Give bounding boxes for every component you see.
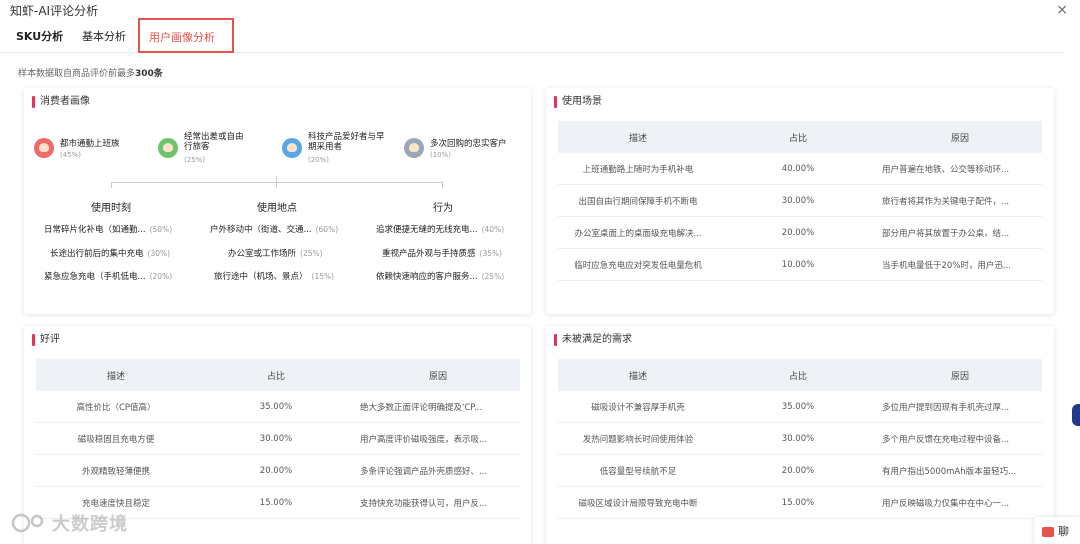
group-title-time: 使用时刻	[91, 203, 131, 214]
group-item: 紧急应急充电（手机低电... (20%)	[44, 272, 173, 282]
table-row: 出国自由行期间保障手机不断电 30.00% 旅行者将其作为关键电子配件，...	[558, 185, 1042, 217]
consumer-persona-card: 消费者画像 都市通勤上班族 (45%) 经常出差或自由行旅客 (25%) 科技产…	[24, 88, 531, 314]
chat-icon	[1042, 527, 1054, 537]
group-item: 重视产品外观与手持质感 (35%)	[382, 249, 503, 259]
ai-review-modal: 知虾-AI评论分析 × SKU分析 基本分析 用户画像分析 样本数据取自商品评价…	[0, 0, 1080, 544]
group-item: 办公室或工作场所 (25%)	[228, 249, 323, 259]
usage-scene-card: 使用场景 描述 占比 原因 上班通勤路上随时为手机补电 40.00% 用户普遍在地铁、公…	[546, 88, 1054, 314]
unmet-table: 描述 占比 原因 磁吸设计不兼容厚手机壳 35.00% 多位用户提到因现有手机壳过厚..…	[558, 359, 1042, 519]
group-title-behavior: 行为	[433, 203, 453, 214]
table-row: 磁吸稳固且充电方便 30.00% 用户高度评价磁吸强度，表示吸...	[36, 423, 520, 455]
table-row: 外观精致轻薄便携 20.00% 多条评论强调产品外壳质感好、...	[36, 455, 520, 487]
close-icon[interactable]: ×	[1056, 2, 1068, 18]
group-item: 长途出行前后的集中充电 (30%)	[50, 249, 171, 259]
table-header: 描述 占比 原因	[558, 359, 1042, 391]
card-title: 消费者画像	[32, 96, 90, 108]
group-item: 追求便捷无缝的无线充电... (40%)	[376, 225, 505, 235]
table-row: 磁吸区域设计局限导致充电中断 15.00% 用户反映磁吸力仅集中在中心一...	[558, 487, 1042, 519]
table-row: 高性价比（CP值高） 35.00% 绝大多数正面评论明确提及'CP...	[36, 391, 520, 423]
avatar-icon	[282, 138, 302, 158]
group-item: 日常碎片化补电（如通勤... (50%)	[44, 225, 173, 235]
tab-bar: SKU分析 基本分析 用户画像分析	[0, 18, 1064, 53]
chat-button[interactable]: 聊	[1034, 517, 1080, 544]
scene-table: 描述 占比 原因 上班通勤路上随时为手机补电 40.00% 用户普遍在地铁、公交等移动环…	[558, 121, 1042, 281]
group-item: 旅行途中（机场、景点） (15%)	[214, 272, 335, 282]
table-row: 临时应急充电应对突发低电量危机 10.00% 当手机电量低于20%时，用户迅...	[558, 249, 1042, 281]
table-header: 描述 占比 原因	[36, 359, 520, 391]
card-title: 未被满足的需求	[554, 334, 632, 346]
table-header: 描述 占比 原因	[558, 121, 1042, 153]
sample-count: 300条	[135, 69, 163, 79]
group-item: 依赖快速响应的客户服务... (25%)	[376, 272, 505, 282]
modal-title: 知虾-AI评论分析	[10, 4, 99, 18]
side-float-handle[interactable]	[1072, 404, 1080, 426]
avatar-icon	[34, 138, 54, 158]
group-title-place: 使用地点	[257, 203, 297, 214]
group-item: 户外移动中（街道、交通... (60%)	[210, 225, 339, 235]
avatar-icon	[158, 138, 178, 158]
tab-sku[interactable]: SKU分析	[16, 28, 63, 44]
watermark-logo-icon	[11, 513, 44, 533]
watermark: 大数跨境	[52, 514, 128, 535]
persona-item: 都市通勤上班族 (45%)	[34, 132, 154, 172]
card-title: 使用场景	[554, 96, 602, 108]
card-title: 好评	[32, 334, 60, 346]
avatar-icon	[404, 138, 424, 158]
table-row: 发热问题影响长时间使用体验 30.00% 多个用户反馈在充电过程中设备...	[558, 423, 1042, 455]
sample-note: 样本数据取自商品评价前最多300条	[18, 69, 163, 79]
tree-connector	[111, 182, 443, 183]
table-row: 上班通勤路上随时为手机补电 40.00% 用户普遍在地铁、公交等移动环...	[558, 153, 1042, 185]
persona-item: 科技产品爱好者与早期采用者 (20%)	[282, 132, 402, 172]
unmet-needs-card: 未被满足的需求 描述 占比 原因 磁吸设计不兼容厚手机壳 35.00% 多位用户提到因现…	[546, 326, 1054, 544]
persona-item: 多次回购的忠实客户 (10%)	[404, 132, 524, 172]
tab-basic[interactable]: 基本分析	[82, 28, 126, 44]
tree-connector	[111, 182, 112, 188]
tree-connector	[442, 182, 443, 188]
table-row: 磁吸设计不兼容厚手机壳 35.00% 多位用户提到因现有手机壳过厚...	[558, 391, 1042, 423]
tree-connector	[276, 176, 277, 188]
table-row: 低容量型号续航不足 20.00% 有用户指出5000mAh版本虽轻巧...	[558, 455, 1042, 487]
table-row: 办公室桌面上的桌面级充电解决... 20.00% 部分用户将其放置于办公桌，结...	[558, 217, 1042, 249]
positive-table: 描述 占比 原因 高性价比（CP值高） 35.00% 绝大多数正面评论明确提及'CP..…	[36, 359, 520, 519]
tab-user-persona[interactable]: 用户画像分析	[138, 18, 234, 53]
persona-item: 经常出差或自由行旅客 (25%)	[158, 132, 278, 172]
